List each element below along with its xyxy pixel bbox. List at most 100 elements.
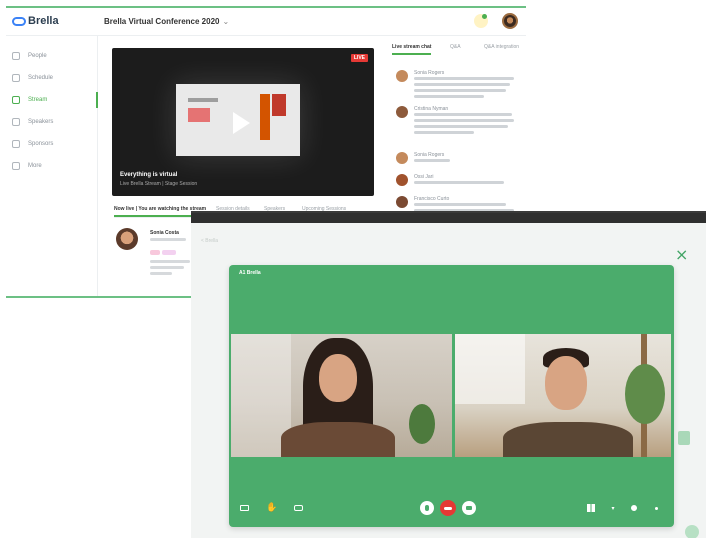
top-bar: Brella Brella Virtual Conference 2020 ⌄ — [6, 8, 526, 36]
logo-text: Brella — [28, 15, 59, 27]
chat-tabs: Live stream chat Q&A Q&A integration — [392, 44, 526, 58]
video-call-modal: A1 Brella ✋ ▾ — [229, 265, 674, 527]
text-placeholder — [414, 83, 510, 86]
event-selector[interactable]: Brella Virtual Conference 2020 ⌄ — [104, 17, 229, 26]
text-placeholder — [150, 260, 190, 263]
text-placeholder — [414, 181, 504, 184]
screen-graphic — [188, 98, 218, 102]
chevron-down-icon: ⌄ — [222, 17, 230, 26]
chat-bubble-glyph — [293, 505, 303, 511]
settings-glyph — [631, 505, 637, 511]
speaker-icon — [12, 118, 20, 126]
back-link[interactable]: < Brella — [201, 238, 218, 244]
text-placeholder — [414, 203, 506, 206]
more-dot — [654, 506, 658, 510]
text-placeholder — [150, 238, 186, 241]
video-call-window: < Brella × A1 Brella ✋ ▾ — [191, 211, 706, 538]
sidebar-item-label: Speakers — [28, 119, 54, 125]
camera-icon — [466, 506, 472, 510]
close-icon[interactable]: × — [675, 247, 688, 263]
face — [319, 354, 357, 402]
torso — [503, 422, 633, 457]
room-name: A1 Brella — [239, 270, 261, 276]
user-avatar[interactable] — [502, 13, 518, 29]
more-icon — [12, 162, 20, 170]
screen-graphic — [272, 94, 286, 116]
screen-share-glyph — [239, 505, 249, 511]
text-placeholder — [414, 125, 508, 128]
tab-qa-integration[interactable]: Q&A integration — [484, 44, 519, 50]
text-placeholder — [414, 159, 450, 162]
stream-player[interactable]: LIVE Everything is virtual Live Brella S… — [112, 48, 374, 196]
sidebar-item-sponsors[interactable]: Sponsors — [6, 134, 98, 154]
calendar-icon — [12, 74, 20, 82]
chat-author: Francisco Curto — [414, 196, 450, 202]
sidebar-item-label: Schedule — [28, 75, 54, 81]
logo-mark-icon — [12, 16, 26, 26]
play-icon[interactable] — [233, 112, 250, 134]
text-placeholder — [414, 131, 474, 134]
sponsor-icon — [12, 140, 20, 148]
text-placeholder — [414, 113, 512, 116]
sidebar-item-more[interactable]: More — [6, 156, 98, 176]
sidebar-item-label: Sponsors — [28, 141, 54, 147]
screen-graphic — [188, 108, 210, 122]
tag-badge — [150, 250, 160, 255]
screen-graphic — [260, 94, 270, 140]
notification-icon[interactable] — [474, 14, 488, 28]
avatar — [396, 152, 408, 164]
speaker-name: Sonia Costa — [150, 230, 179, 236]
avatar — [396, 196, 408, 208]
settings-icon[interactable] — [627, 501, 641, 515]
participant-video-man[interactable] — [455, 334, 671, 457]
plant — [409, 404, 435, 444]
sidebar-item-schedule[interactable]: Schedule — [6, 68, 98, 88]
sidebar-item-label: People — [28, 53, 47, 59]
speaker-card[interactable]: Sonia Costa — [116, 228, 196, 288]
sidebar-item-speakers[interactable]: Speakers — [6, 112, 98, 132]
grid-view-icon[interactable] — [584, 501, 598, 515]
side-panel-handle[interactable] — [678, 431, 690, 445]
torso — [281, 422, 395, 457]
event-title: Brella Virtual Conference 2020 — [104, 17, 220, 26]
sidebar-item-label: More — [28, 163, 42, 169]
face — [545, 356, 587, 410]
chat-bubble-icon[interactable] — [291, 501, 305, 515]
sidebar: People Schedule Stream Speakers Sponsors… — [6, 36, 98, 296]
more-options-icon[interactable] — [649, 501, 663, 515]
text-placeholder — [414, 89, 506, 92]
call-controls: ✋ ▾ — [229, 497, 674, 519]
tag-badge — [162, 250, 176, 255]
camera-button[interactable] — [462, 501, 476, 515]
mic-button[interactable] — [420, 501, 434, 515]
tab-live-chat[interactable]: Live stream chat — [392, 44, 432, 55]
grid-glyph — [587, 504, 595, 512]
sidebar-item-people[interactable]: People — [6, 46, 98, 66]
tab-qa[interactable]: Q&A — [450, 44, 461, 50]
chevron-down-icon[interactable]: ▾ — [606, 501, 620, 515]
chat-author: Sonia Rogers — [414, 152, 445, 158]
chat-author: Cristina Nyman — [414, 106, 449, 112]
microphone-icon — [425, 505, 429, 511]
avatar — [396, 70, 408, 82]
brella-logo[interactable]: Brella — [12, 15, 59, 27]
window-titlebar — [191, 213, 706, 223]
help-icon[interactable] — [685, 525, 699, 538]
sidebar-item-label: Stream — [28, 97, 48, 103]
text-placeholder — [150, 272, 172, 275]
stream-icon — [12, 96, 20, 104]
avatar — [396, 106, 408, 118]
raise-hand-icon[interactable]: ✋ — [265, 501, 279, 515]
avatar — [396, 174, 408, 186]
chat-author: Sonia Rogers — [414, 70, 445, 76]
text-placeholder — [414, 119, 514, 122]
sidebar-item-stream[interactable]: Stream — [6, 90, 98, 110]
screen-share-icon[interactable] — [237, 501, 251, 515]
text-placeholder — [150, 266, 184, 269]
avatar — [116, 228, 138, 250]
stream-subcaption: Live Brella Stream | Stage Session — [120, 181, 198, 187]
stream-caption: Everything is virtual — [120, 172, 178, 178]
participant-video-woman[interactable] — [231, 334, 452, 457]
hang-up-button[interactable] — [440, 500, 456, 516]
text-placeholder — [414, 77, 514, 80]
